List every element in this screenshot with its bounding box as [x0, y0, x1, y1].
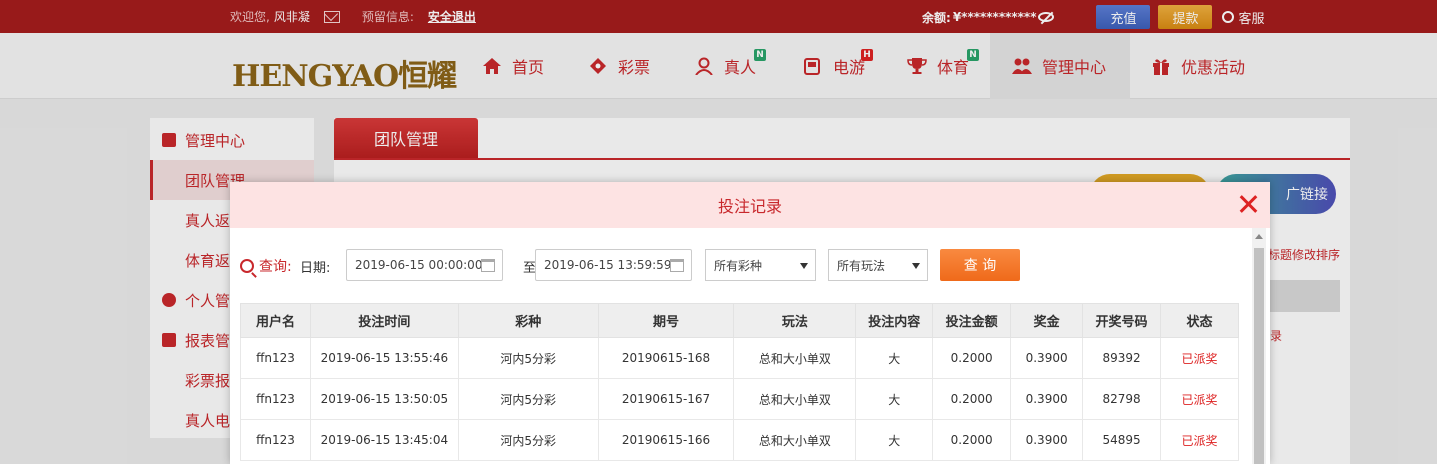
- lottery-select[interactable]: 所有彩种: [705, 249, 816, 281]
- cell-status: 已派奖: [1160, 419, 1239, 461]
- col-username: 用户名: [240, 303, 311, 338]
- cell-username: ffn123: [240, 378, 311, 420]
- bet-records-table: 用户名 投注时间 彩种 期号 玩法 投注内容 投注金额 奖金 开奖号码 状态 f…: [240, 303, 1239, 461]
- calendar-icon[interactable]: [481, 259, 495, 272]
- cell-draw-number: 54895: [1082, 419, 1162, 461]
- col-amount: 投注金额: [932, 303, 1012, 338]
- filter-bar: 查询: 日期: 2019-06-15 00:00:00 至 2019-06-15…: [240, 248, 1250, 282]
- scrollbar-thumb[interactable]: [1254, 248, 1264, 464]
- cell-status: 已派奖: [1160, 378, 1239, 420]
- cell-issue: 20190615-168: [597, 337, 735, 379]
- cell-bet-time: 2019-06-15 13:55:46: [309, 337, 459, 379]
- cell-amount: 0.2000: [932, 337, 1012, 379]
- modal-header: 投注记录: [230, 182, 1270, 228]
- col-play: 玩法: [733, 303, 857, 338]
- date-from-input[interactable]: 2019-06-15 00:00:00: [346, 249, 503, 281]
- cell-draw-number: 89392: [1082, 337, 1162, 379]
- chevron-down-icon: [912, 263, 920, 269]
- col-lottery: 彩种: [457, 303, 599, 338]
- cell-content: 大: [855, 419, 934, 461]
- cell-issue: 20190615-166: [597, 419, 735, 461]
- cell-prize: 0.3900: [1010, 337, 1084, 379]
- cell-amount: 0.2000: [932, 378, 1012, 420]
- col-draw-number: 开奖号码: [1082, 303, 1162, 338]
- cell-username: ffn123: [240, 419, 311, 461]
- modal-scrollbar[interactable]: [1252, 228, 1266, 464]
- col-prize: 奖金: [1010, 303, 1084, 338]
- cell-lottery: 河内5分彩: [457, 337, 599, 379]
- col-bet-time: 投注时间: [309, 303, 459, 338]
- play-select[interactable]: 所有玩法: [828, 249, 928, 281]
- cell-lottery: 河内5分彩: [457, 419, 599, 461]
- cell-play: 总和大小单双: [733, 337, 857, 379]
- cell-lottery: 河内5分彩: [457, 378, 599, 420]
- cell-content: 大: [855, 378, 934, 420]
- cell-bet-time: 2019-06-15 13:50:05: [309, 378, 459, 420]
- cell-username: ffn123: [240, 337, 311, 379]
- play-select-value: 所有玩法: [837, 258, 886, 273]
- col-status: 状态: [1160, 303, 1239, 338]
- close-icon[interactable]: [1238, 194, 1258, 214]
- cell-content: 大: [855, 337, 934, 379]
- query-button[interactable]: 查 询: [940, 249, 1020, 281]
- date-to-value: 2019-06-15 13:59:59: [544, 258, 672, 272]
- chevron-down-icon: [800, 263, 808, 269]
- cell-draw-number: 82798: [1082, 378, 1162, 420]
- query-label: 查询:: [240, 256, 292, 276]
- modal-title: 投注记录: [717, 197, 782, 216]
- table-row[interactable]: ffn123 2019-06-15 13:50:05 河内5分彩 2019061…: [240, 378, 1239, 420]
- cell-issue: 20190615-167: [597, 378, 735, 420]
- table-row[interactable]: ffn123 2019-06-15 13:55:46 河内5分彩 2019061…: [240, 337, 1239, 379]
- date-from-value: 2019-06-15 00:00:00: [355, 258, 483, 272]
- query-label-text: 查询:: [259, 259, 292, 275]
- search-icon: [240, 259, 254, 273]
- calendar-icon[interactable]: [670, 259, 684, 272]
- cell-play: 总和大小单双: [733, 419, 857, 461]
- lottery-select-value: 所有彩种: [714, 258, 763, 273]
- table-header-row: 用户名 投注时间 彩种 期号 玩法 投注内容 投注金额 奖金 开奖号码 状态: [240, 303, 1239, 338]
- scroll-up-arrow-icon[interactable]: [1255, 234, 1263, 239]
- cell-prize: 0.3900: [1010, 378, 1084, 420]
- col-issue: 期号: [597, 303, 735, 338]
- cell-play: 总和大小单双: [733, 378, 857, 420]
- bet-records-modal: 投注记录 查询: 日期: 2019-06-15 00:00:00 至 2019-…: [230, 182, 1270, 464]
- date-label: 日期:: [300, 261, 331, 276]
- cell-status: 已派奖: [1160, 337, 1239, 379]
- cell-amount: 0.2000: [932, 419, 1012, 461]
- date-to-input[interactable]: 2019-06-15 13:59:59: [535, 249, 692, 281]
- cell-prize: 0.3900: [1010, 419, 1084, 461]
- cell-bet-time: 2019-06-15 13:45:04: [309, 419, 459, 461]
- col-content: 投注内容: [855, 303, 934, 338]
- table-row[interactable]: ffn123 2019-06-15 13:45:04 河内5分彩 2019061…: [240, 419, 1239, 461]
